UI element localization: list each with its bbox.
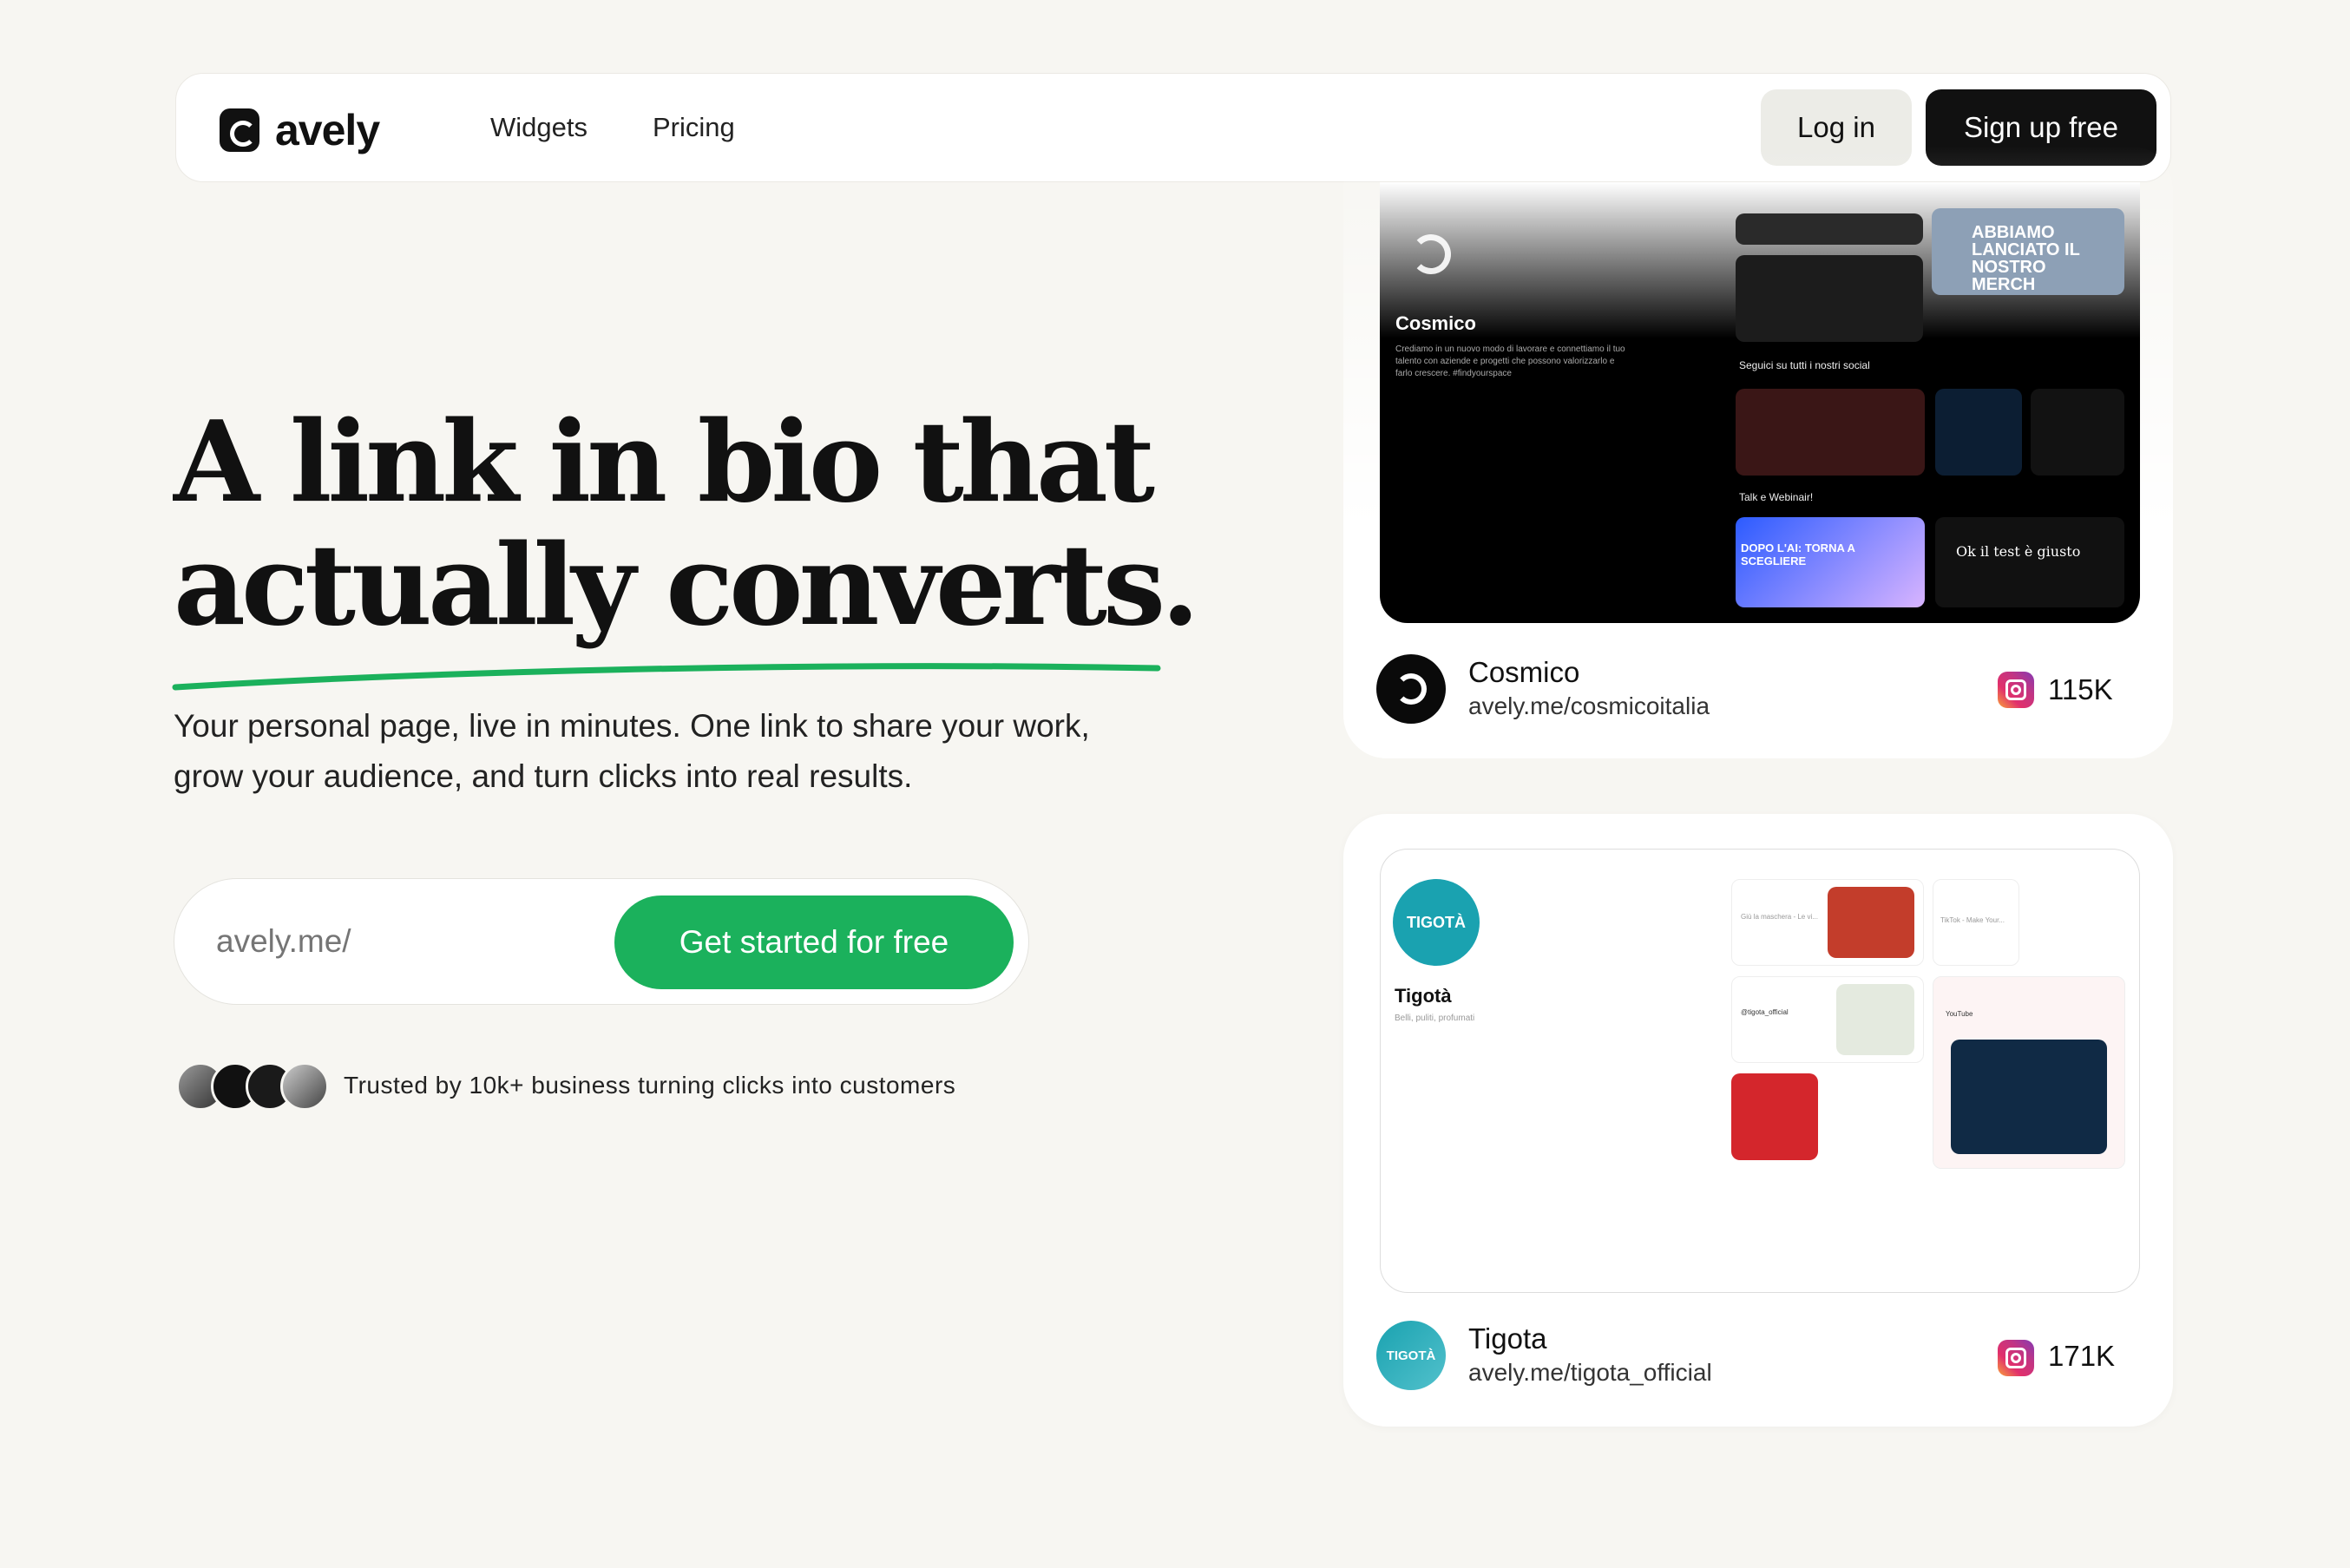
preview-title: Tigotà <box>1395 985 1452 1007</box>
event-tile: Ok il test è giusto <box>1935 517 2124 607</box>
get-started-button[interactable]: Get started for free <box>614 896 1014 989</box>
profile-url[interactable]: avely.me/tigota_official <box>1468 1359 1712 1387</box>
nav-link-pricing[interactable]: Pricing <box>653 112 735 143</box>
customer-avatars <box>176 1062 329 1111</box>
instagram-icon <box>1998 672 2034 708</box>
tigota-avatar: TIGOTÀ <box>1376 1321 1446 1390</box>
headline-line-1: A link in bio that <box>174 397 1155 528</box>
tigota-logo: TIGOTÀ <box>1393 879 1480 966</box>
preview-title: Cosmico <box>1395 312 1476 334</box>
spotify-tile: Giù la maschera - Le vi... <box>1731 879 1924 966</box>
linkedin-tile <box>1935 389 2022 476</box>
preview-section-label: Talk e Webinair! <box>1739 491 1814 503</box>
hero-headline: A link in bio that actually converts. <box>174 397 1200 651</box>
youtube-tile: YouTube <box>1933 976 2125 1169</box>
instagram-tile <box>2031 389 2124 476</box>
tiktok-tile: TikTok - Make Your... <box>1933 879 2019 966</box>
preview-description: Crediamo in un nuovo modo di lavorare e … <box>1395 344 1625 378</box>
nav-link-widgets[interactable]: Widgets <box>490 112 588 143</box>
showcase-card-tigota[interactable]: TIGOTÀ Tigotà Belli, puliti, profumati G… <box>1343 814 2173 1427</box>
cosmico-avatar <box>1376 654 1446 724</box>
tigota-page-preview: TIGOTÀ Tigotà Belli, puliti, profumati G… <box>1380 849 2140 1293</box>
showcase-card-cosmico[interactable]: Cosmico Crediamo in un nuovo modo di lav… <box>1343 146 2173 758</box>
username-signup-form: Get started for free <box>174 878 1029 1005</box>
profile-name: Tigota <box>1468 1322 1547 1355</box>
landing-page: avely Widgets Pricing Log in Sign up fre… <box>0 0 2350 1568</box>
hero-subtitle-line-2: grow your audience, and turn clicks into… <box>174 758 913 794</box>
profile-name: Cosmico <box>1468 656 1580 688</box>
youtube-tile <box>1736 389 1925 476</box>
preview-description: Belli, puliti, profumati <box>1395 1014 1475 1023</box>
follower-count: 171K <box>2048 1340 2116 1372</box>
username-input[interactable] <box>216 914 581 969</box>
cosmico-logo-icon <box>1411 234 1451 274</box>
avely-logo-icon <box>220 108 259 152</box>
follower-count: 115K <box>2048 673 2113 705</box>
profile-url[interactable]: avely.me/cosmicoitalia <box>1468 692 1710 720</box>
brand-name: avely <box>275 106 380 154</box>
product-tile <box>1731 1073 1818 1160</box>
brand-logo[interactable]: avely <box>220 105 380 155</box>
trust-text: Trusted by 10k+ business turning clicks … <box>344 1072 956 1099</box>
headline-line-2: actually converts. <box>174 521 1200 651</box>
instagram-icon <box>1998 1340 2034 1376</box>
headline-underline-decoration <box>172 663 1161 691</box>
cosmico-page-preview: Cosmico Crediamo in un nuovo modo di lav… <box>1380 182 2140 623</box>
hero-subtitle: Your personal page, live in minutes. One… <box>174 701 1172 802</box>
preview-section-label: Seguici su tutti i nostri social <box>1739 359 1870 371</box>
hero-subtitle-line-1: Your personal page, live in minutes. One… <box>174 708 1090 744</box>
instagram-tile: @tigota_official <box>1731 976 1924 1063</box>
event-tile: DOPO L'AI: TORNA A SCEGLIERE <box>1736 517 1925 607</box>
avatar <box>280 1062 329 1111</box>
merch-banner: ABBIAMO LANCIATO IL NOSTRO MERCH <box>1932 208 2124 295</box>
